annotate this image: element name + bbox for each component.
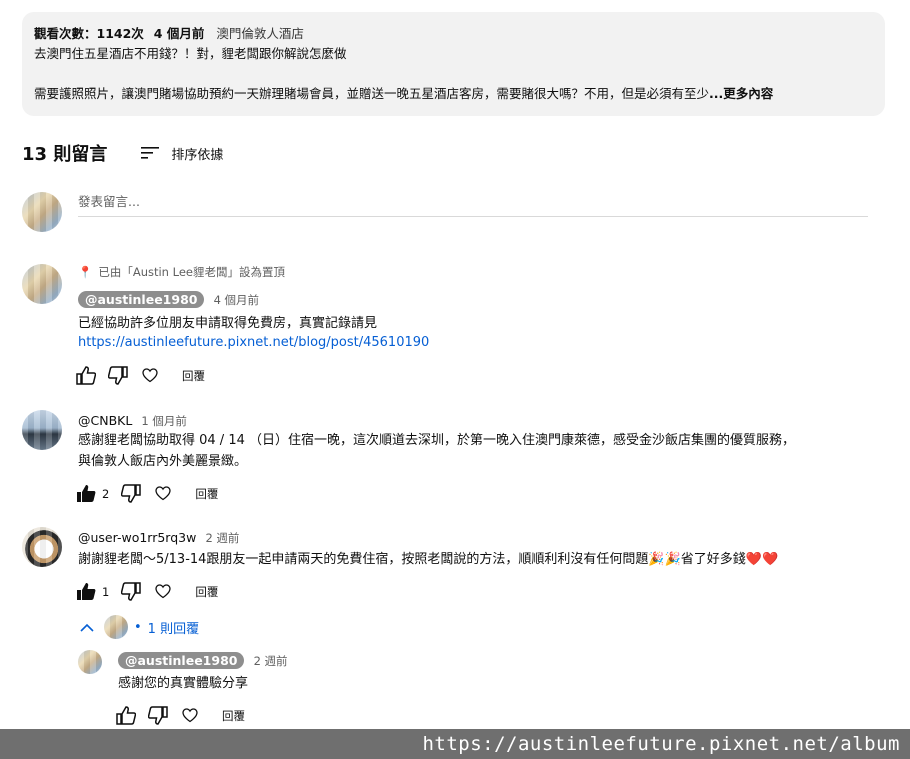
reply-author-row: @austinlee1980 2 週前 [118, 650, 288, 669]
comment-text: 感謝貍老闆協助取得 04 / 14 （日）住宿一晚，這次順道去深圳，於第一晚入住… [78, 433, 795, 469]
reply-button[interactable]: 回覆 [222, 708, 245, 724]
dislike-button[interactable] [121, 484, 142, 503]
comment-link[interactable]: https://austinleefuture.pixnet.net/blog/… [78, 335, 429, 350]
comment-actions: 2 回覆 [76, 484, 218, 503]
comment-text: 謝謝貍老闆～5/13-14跟朋友一起申請兩天的免費住宿，按照老闆說的方法，順順利… [78, 552, 779, 567]
replies-count: 1 則回覆 [147, 621, 200, 637]
reply-button[interactable]: 回覆 [195, 584, 218, 600]
avatar[interactable] [22, 410, 62, 450]
comment-count: 13 則留言 [22, 144, 108, 165]
thumbs-up-filled-icon [77, 485, 96, 502]
avatar[interactable] [22, 527, 62, 567]
thumbs-down-icon [148, 706, 168, 725]
heart-button[interactable] [155, 486, 171, 501]
comment-author[interactable]: @austinlee1980 [78, 291, 205, 308]
comment-time[interactable]: 4 個月前 [214, 293, 259, 307]
comment-time[interactable]: 2 週前 [205, 531, 239, 545]
comment-author[interactable]: @CNBKL [78, 413, 132, 428]
dislike-button[interactable] [108, 366, 128, 385]
reply-time[interactable]: 2 週前 [254, 654, 288, 668]
heart-icon [142, 368, 158, 383]
reply-author[interactable]: @austinlee1980 [118, 652, 245, 669]
pin-icon: 📍 [78, 265, 93, 279]
reply-avatar-mini [104, 615, 128, 639]
thumbs-up-icon [116, 706, 136, 725]
chevron-up-icon [80, 623, 94, 632]
heart-icon [155, 486, 171, 501]
current-user-avatar [22, 192, 62, 232]
avatar[interactable] [22, 264, 62, 304]
comment-author-row: @CNBKL 1 個月前 [78, 410, 187, 429]
heart-button[interactable] [142, 368, 158, 383]
like-button[interactable] [76, 366, 96, 385]
reply-button[interactable]: 回覆 [195, 486, 218, 502]
like-button[interactable] [76, 582, 96, 601]
video-description[interactable]: 觀看次數：1142次 4 個月前 澳門倫敦人酒店 去澳門住五星酒店不用錢？！對，… [22, 12, 885, 116]
description-line-2: 需要護照照片，讓澳門賭場協助預約一天辦理賭場會員，並贈送一晚五星酒店客房，需要賭… [34, 86, 710, 101]
location-tag[interactable]: 澳門倫敦人酒店 [216, 26, 304, 41]
heart-button[interactable] [182, 708, 198, 723]
like-count: 1 [102, 584, 110, 599]
comments-header: 13 則留言 排序依據 [22, 140, 223, 166]
like-button[interactable] [76, 484, 96, 503]
like-count: 2 [102, 486, 110, 501]
thumbs-down-icon [121, 484, 142, 503]
thumbs-down-icon [121, 582, 142, 601]
description-meta: 觀看次數：1142次 4 個月前 澳門倫敦人酒店 [34, 24, 873, 44]
comment-author-row: @user-wo1rr5rq3w 2 週前 [78, 527, 239, 546]
sort-button[interactable]: 排序依據 [141, 144, 223, 163]
like-button[interactable] [116, 706, 136, 725]
comment-text: 已經協助許多位朋友申請取得免費房，真實記錄請見 [78, 316, 378, 331]
reply-text: 感謝您的真實體驗分享 [118, 676, 249, 691]
pinned-label: 📍 已由「Austin Lee貍老闆」設為置頂 [78, 265, 285, 279]
thumbs-down-icon [108, 366, 128, 385]
heart-button[interactable] [155, 584, 171, 599]
upload-age: 4 個月前 [153, 26, 205, 41]
replies-toggle-button[interactable]: • 1 則回覆 [80, 615, 199, 639]
heart-icon [155, 584, 171, 599]
watermark: https://austinleefuture.pixnet.net/album [0, 729, 910, 759]
comment-actions: 回覆 [76, 366, 205, 385]
add-comment-input[interactable]: 發表留言... [78, 190, 868, 217]
dislike-button[interactable] [148, 706, 168, 725]
thumbs-up-icon [76, 366, 96, 385]
comment-actions: 1 回覆 [76, 582, 218, 601]
description-line-1: 去澳門住五星酒店不用錢？！對，貍老闆跟你解說怎麼做 [34, 46, 347, 61]
reply-actions: 回覆 [116, 706, 245, 725]
show-more-link[interactable]: ...更多內容 [709, 86, 773, 101]
comment-author[interactable]: @user-wo1rr5rq3w [78, 530, 196, 545]
comment-author-row: @austinlee1980 4 個月前 [78, 289, 259, 308]
comment-time[interactable]: 1 個月前 [141, 414, 186, 428]
heart-icon [182, 708, 198, 723]
view-count: 觀看次數：1142次 [34, 26, 144, 41]
sort-label: 排序依據 [171, 147, 224, 163]
reply-button[interactable]: 回覆 [182, 368, 205, 384]
thumbs-up-filled-icon [77, 583, 96, 600]
avatar[interactable] [78, 650, 102, 674]
sort-icon [141, 147, 160, 159]
dislike-button[interactable] [121, 582, 142, 601]
